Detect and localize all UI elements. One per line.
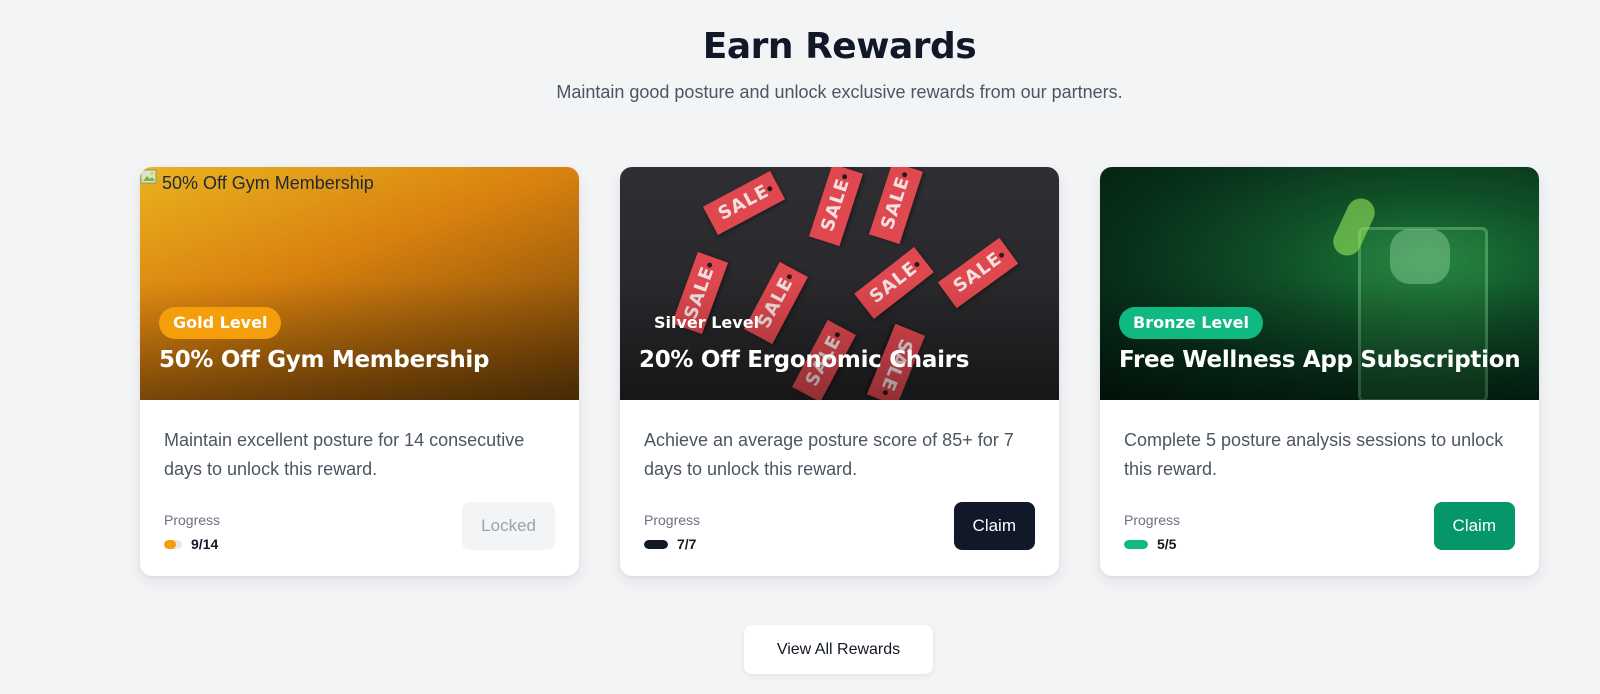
reward-title: Free Wellness App Subscription (1119, 347, 1521, 373)
reward-title: 20% Off Ergonomic Chairs (639, 347, 970, 373)
page-title: Earn Rewards (702, 26, 977, 67)
reward-description: Complete 5 posture analysis sessions to … (1124, 430, 1504, 479)
level-badge: Gold Level (159, 307, 282, 339)
page-subtitle: Maintain good posture and unlock exclusi… (556, 82, 1123, 102)
reward-footer: Progress 9/14 Locked (164, 502, 555, 552)
progress-count: 5/5 (1157, 536, 1177, 552)
level-badge: Silver Level (654, 313, 760, 332)
reward-cards: 50% Off Gym Membership Gold Level 50% Of… (140, 167, 1540, 577)
view-all-rewards-button[interactable]: View All Rewards (744, 625, 933, 674)
progress-label: Progress (644, 512, 701, 528)
progress-row: 7/7 (644, 536, 696, 552)
progress-bar (164, 539, 182, 549)
sale-tag: SALE (702, 171, 786, 235)
claim-button[interactable]: Claim (1433, 502, 1515, 550)
reward-image: 50% Off Gym Membership Gold Level 50% Of… (140, 167, 579, 400)
level-badge: Bronze Level (1119, 307, 1264, 339)
progress-count: 7/7 (677, 536, 697, 552)
progress-label: Progress (164, 512, 221, 528)
claim-button[interactable]: Claim (953, 502, 1035, 550)
reward-card-gym: 50% Off Gym Membership Gold Level 50% Of… (140, 167, 579, 576)
reward-footer: Progress 5/5 Claim (1124, 502, 1515, 552)
progress-fill (644, 539, 668, 549)
progress-fill (1124, 539, 1148, 549)
reward-footer: Progress 7/7 Claim (644, 502, 1035, 552)
progress-bar (1124, 539, 1148, 549)
progress-label: Progress (1124, 512, 1181, 528)
progress-fill (164, 539, 176, 549)
reward-description: Maintain excellent posture for 14 consec… (164, 430, 525, 479)
broken-image-icon (140, 169, 157, 184)
reward-title: 50% Off Gym Membership (159, 347, 490, 373)
locked-button[interactable]: Locked (462, 502, 555, 550)
progress-bar (644, 539, 668, 549)
progress-row: 9/14 (164, 536, 218, 552)
progress-count: 9/14 (191, 536, 219, 552)
reward-card-chairs: SALE SALE SALE SALE SALE SALE SALE SALE … (620, 167, 1059, 576)
sale-tag: SALE (869, 167, 923, 245)
reward-card-wellness: Bronze Level Free Wellness App Subscript… (1100, 167, 1539, 576)
sale-tag: SALE (809, 167, 863, 247)
reward-image: Bronze Level Free Wellness App Subscript… (1100, 167, 1539, 400)
reward-image: SALE SALE SALE SALE SALE SALE SALE SALE … (620, 167, 1059, 400)
ice-shape (1390, 229, 1450, 284)
image-alt-text: 50% Off Gym Membership (162, 173, 374, 193)
progress-row: 5/5 (1124, 536, 1176, 552)
reward-description: Achieve an average posture score of 85+ … (644, 430, 1014, 479)
